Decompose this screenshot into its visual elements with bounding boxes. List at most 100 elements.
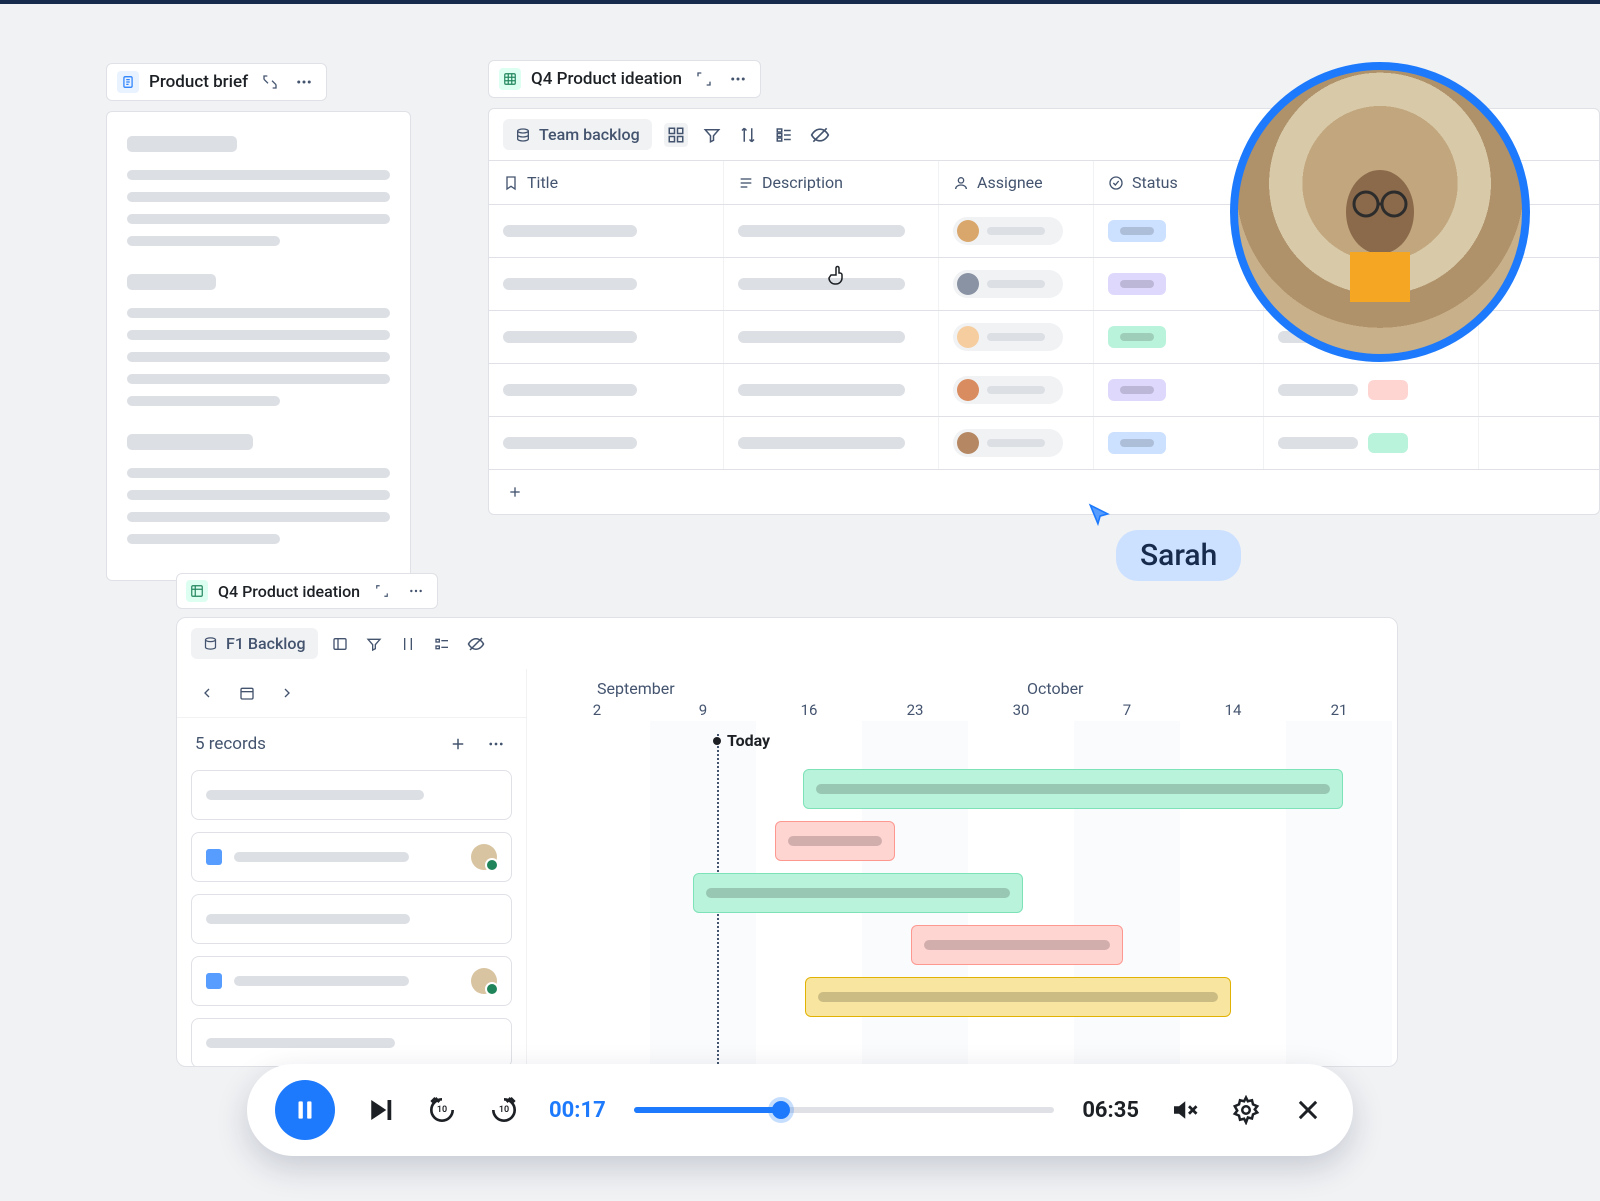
layout-icon[interactable] (328, 632, 352, 656)
presence-avatar (1230, 62, 1530, 362)
status-badge (1368, 433, 1408, 453)
more-icon[interactable] (726, 67, 750, 91)
timeline-body: F1 Backlog 5 records (176, 617, 1398, 1067)
record-item[interactable] (191, 894, 512, 944)
avatar (957, 273, 979, 295)
day-label: 9 (699, 701, 707, 719)
record-item[interactable] (191, 1018, 512, 1067)
avatar (471, 844, 497, 870)
assignee-chip[interactable] (953, 323, 1063, 351)
view-selector[interactable]: F1 Backlog (191, 628, 318, 659)
timeline-sidebar: 5 records (177, 669, 527, 1067)
status-badge[interactable] (1108, 220, 1166, 242)
status-badge[interactable] (1108, 379, 1166, 401)
timeline-chart[interactable]: SeptemberOctober 2916233071421 Today (527, 669, 1397, 1067)
timeline-bar[interactable] (775, 821, 895, 861)
table-row[interactable] (489, 416, 1599, 469)
avatar (957, 326, 979, 348)
avatar (471, 968, 497, 994)
next-period-icon[interactable] (275, 681, 299, 705)
pointer-cursor-icon (828, 264, 848, 286)
document-icon (117, 71, 139, 93)
product-brief-tab[interactable]: Product brief (106, 63, 327, 101)
timeline-card: Q4 Product ideation F1 Backlog (176, 573, 1398, 1067)
prev-period-icon[interactable] (195, 681, 219, 705)
day-label: 2 (593, 701, 601, 719)
view-name: Team backlog (539, 125, 640, 144)
column-header-title[interactable]: Title (489, 161, 724, 204)
group-icon[interactable] (772, 123, 796, 147)
table-tab[interactable]: Q4 Product ideation (488, 60, 761, 98)
status-badge (1368, 380, 1408, 400)
day-label: 21 (1331, 701, 1348, 719)
filter-icon[interactable] (362, 632, 386, 656)
settings-button[interactable] (1229, 1093, 1263, 1127)
grid-database-icon (499, 68, 521, 90)
remote-cursor-icon (1086, 502, 1112, 528)
assignee-chip[interactable] (953, 376, 1063, 404)
timeline-bar[interactable] (805, 977, 1231, 1017)
close-button[interactable] (1291, 1093, 1325, 1127)
product-brief-card: Product brief (106, 63, 411, 581)
more-icon[interactable] (404, 579, 428, 603)
day-label: 14 (1225, 701, 1242, 719)
next-button[interactable] (363, 1093, 397, 1127)
record-item (191, 770, 512, 820)
table-title: Q4 Product ideation (531, 69, 682, 89)
filter-icon[interactable] (700, 123, 724, 147)
hide-icon[interactable] (464, 632, 488, 656)
add-row-button[interactable] (489, 469, 1599, 514)
grid-database-icon (186, 580, 208, 602)
seek-forward-button[interactable]: 10 (487, 1093, 521, 1127)
window-top-border (0, 0, 1600, 4)
status-badge[interactable] (1108, 432, 1166, 454)
assignee-chip[interactable] (953, 217, 1063, 245)
record-item[interactable] (191, 956, 512, 1006)
status-badge[interactable] (1108, 326, 1166, 348)
timeline-bar[interactable] (911, 925, 1123, 965)
expand-icon[interactable] (370, 579, 394, 603)
assignee-chip[interactable] (953, 270, 1063, 298)
records-count: 5 records (195, 734, 266, 754)
status-badge[interactable] (1108, 273, 1166, 295)
record-item[interactable] (191, 832, 512, 882)
timeline-tab[interactable]: Q4 Product ideation (176, 573, 438, 609)
mute-button[interactable] (1167, 1093, 1201, 1127)
layout-grid-icon[interactable] (664, 123, 688, 147)
seek-back-button[interactable]: 10 (425, 1093, 459, 1127)
month-label: October (1027, 679, 1083, 698)
today-label: Today (727, 731, 770, 750)
group-icon[interactable] (430, 632, 454, 656)
day-label: 30 (1013, 701, 1030, 719)
timeline-bar[interactable] (803, 769, 1343, 809)
seek-slider[interactable] (634, 1107, 1055, 1113)
task-type-icon (206, 849, 222, 865)
total-time: 06:35 (1082, 1098, 1139, 1123)
table-row[interactable] (489, 363, 1599, 416)
timeline-title: Q4 Product ideation (218, 582, 360, 601)
sort-icon[interactable] (396, 632, 420, 656)
avatar (957, 379, 979, 401)
avatar (957, 432, 979, 454)
media-player: 10 10 00:17 06:35 (247, 1064, 1353, 1156)
day-label: 16 (801, 701, 818, 719)
column-header-assignee[interactable]: Assignee (939, 161, 1094, 204)
column-header-description[interactable]: Description (724, 161, 939, 204)
calendar-icon[interactable] (235, 681, 259, 705)
month-label: September (597, 679, 675, 698)
timeline-bar[interactable] (693, 873, 1023, 913)
add-record-icon[interactable] (446, 732, 470, 756)
elapsed-time: 00:17 (549, 1098, 606, 1123)
pause-button[interactable] (275, 1080, 335, 1140)
view-selector[interactable]: Team backlog (503, 119, 652, 150)
product-brief-title: Product brief (149, 72, 248, 92)
more-icon[interactable] (484, 732, 508, 756)
expand-icon[interactable] (692, 67, 716, 91)
hide-icon[interactable] (808, 123, 832, 147)
view-name: F1 Backlog (226, 634, 306, 653)
sort-icon[interactable] (736, 123, 760, 147)
document-body-skeleton (106, 111, 411, 581)
expand-icon[interactable] (258, 70, 282, 94)
assignee-chip[interactable] (953, 429, 1063, 457)
more-icon[interactable] (292, 70, 316, 94)
